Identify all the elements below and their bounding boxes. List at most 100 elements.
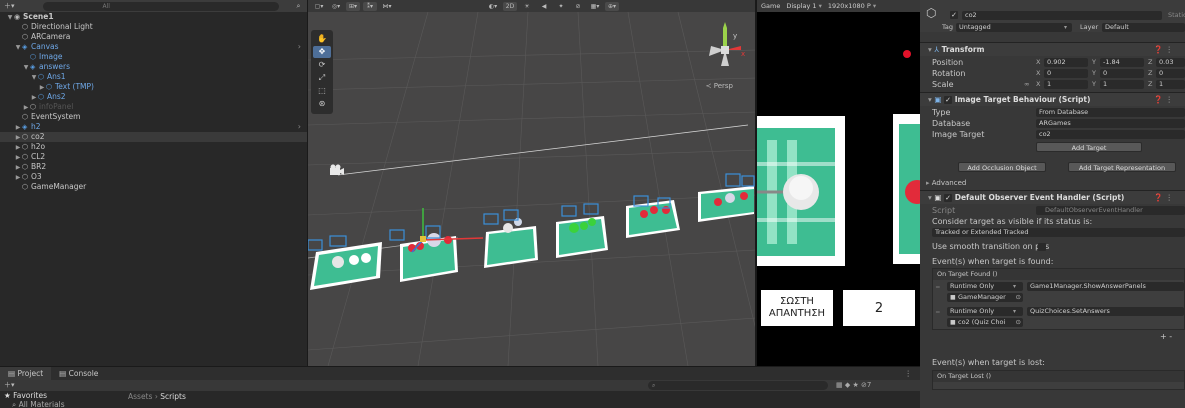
display-dropdown[interactable]: Display 1	[786, 2, 822, 10]
tag-dropdown[interactable]: Untagged	[956, 23, 1072, 32]
filter-type-icon[interactable]: ▦	[836, 381, 843, 389]
status-dropdown[interactable]: Tracked or Extended Tracked	[932, 228, 1185, 237]
image-target-card[interactable]	[483, 209, 538, 268]
hierarchy-item[interactable]: ▼ ◉ Scene1	[0, 12, 307, 22]
tab-console[interactable]: ▤ Console	[51, 367, 106, 380]
event-target-object-field[interactable]: co2 (Quiz Choi ⊙	[947, 318, 1023, 327]
constrain-proportions-icon[interactable]: ∞	[1024, 80, 1029, 88]
shading-mode-button[interactable]: ▢▾	[312, 2, 326, 11]
scale-tool-icon[interactable]: ⤢	[313, 72, 331, 84]
gizmo-toggle-icon[interactable]: ⊕▾	[605, 1, 619, 11]
transform-component-header[interactable]: ▾ ⅄ Transform ❓ ⋮	[920, 42, 1185, 56]
rotation-y-field[interactable]: 0	[1100, 69, 1144, 78]
project-filter-icons[interactable]: ▦ ◆ ★ ⊘7	[836, 380, 871, 391]
project-search-input[interactable]: ⌕	[648, 381, 828, 390]
component-settings-icon[interactable]: ❓ ⋮	[1154, 93, 1173, 107]
image-target-card[interactable]	[626, 195, 680, 238]
type-dropdown[interactable]: From Database	[1036, 108, 1185, 117]
static-label[interactable]: Static	[1168, 11, 1185, 20]
favorites-header[interactable]: ★ Favorites	[4, 391, 124, 400]
breadcrumb-assets[interactable]: Assets	[128, 392, 152, 401]
hierarchy-search-input[interactable]: All	[42, 1, 279, 11]
hierarchy-item[interactable]: ⬡ ARCamera	[0, 32, 307, 42]
object-name-field[interactable]: co2	[962, 11, 1162, 20]
layer-dropdown[interactable]: Default	[1102, 23, 1185, 32]
hierarchy-item[interactable]: ▶ ⬡ Text (TMP)	[0, 82, 307, 92]
hierarchy-item[interactable]: ▶ ⬡ co2	[0, 132, 307, 142]
add-target-button[interactable]: Add Target	[1036, 142, 1142, 152]
scale-y-field[interactable]: 1	[1100, 80, 1144, 89]
scene-canvas[interactable]	[308, 0, 756, 366]
drag-handle-icon[interactable]: ═	[936, 284, 940, 291]
lighting-icon[interactable]: ☀	[520, 2, 534, 11]
hand-tool-icon[interactable]: ✋	[313, 33, 331, 45]
transform-tool-icon[interactable]: ⊛	[313, 98, 331, 110]
smooth-transition-checkbox[interactable]	[1038, 243, 1046, 251]
object-picker-icon[interactable]: ⊙	[1016, 293, 1021, 302]
add-occlusion-button[interactable]: Add Occlusion Object	[958, 162, 1046, 172]
image-target-dropdown[interactable]: co2	[1036, 130, 1185, 139]
component-settings-icon[interactable]: ❓ ⋮	[1154, 191, 1173, 205]
event-function-dropdown[interactable]: Game1Manager.ShowAnswerPanels	[1027, 282, 1184, 291]
advanced-foldout[interactable]: ▸ Advanced	[920, 176, 1185, 190]
object-picker-icon[interactable]: ⊙	[1016, 318, 1021, 327]
hierarchy-item[interactable]: ▼ ◈ Canvas ›	[0, 42, 307, 52]
move-tool-icon[interactable]: ✥	[313, 46, 331, 58]
hierarchy-item[interactable]: ⬡ Directional Light	[0, 22, 307, 32]
scene-camera-button[interactable]: ◐▾	[486, 2, 500, 11]
event-mode-dropdown[interactable]: Runtime Only	[947, 282, 1023, 291]
snap-increment-button[interactable]: ⁑▾	[363, 1, 377, 11]
hierarchy-item[interactable]: ▶ ◈ h2 ›	[0, 122, 307, 132]
add-remove-event-buttons[interactable]: + -	[1160, 332, 1172, 342]
tab-project[interactable]: ▤ Project	[0, 367, 52, 380]
audio-icon[interactable]: ◀	[537, 2, 551, 11]
scene-view[interactable]: ▢▾ ◎▾ ⊞▾ ⁑▾ ⋈▾ ◐▾ 2D ☀ ◀ ✦ ⊘ ▦▾ ⊕▾ ✋ ✥ ⟳…	[308, 0, 756, 366]
hierarchy-item[interactable]: ▶ ⬡ h2o	[0, 142, 307, 152]
grid-snap-button[interactable]: ⊞▾	[346, 1, 360, 11]
rotate-tool-icon[interactable]: ⟳	[313, 59, 331, 71]
add-icon[interactable]: ＋▾	[4, 1, 15, 11]
projection-label[interactable]: ≺ Persp	[706, 82, 733, 90]
event-target-object-field[interactable]: GameManager ⊙	[947, 293, 1023, 302]
favorites-item[interactable]: ⌕ All Materials	[4, 400, 124, 408]
game-tab[interactable]: Game	[761, 2, 780, 10]
answer-value-panel[interactable]: 2	[843, 290, 915, 326]
hierarchy-item[interactable]: ▶ ⬡ infoPanel	[0, 102, 307, 112]
chevron-right-icon[interactable]: ›	[298, 122, 301, 132]
rect-tool-icon[interactable]: ⬚	[313, 85, 331, 97]
hierarchy-item[interactable]: ▶ ⬡ O3	[0, 172, 307, 182]
observer-component-header[interactable]: ▾ ▣ ✓ Default Observer Event Handler (Sc…	[920, 190, 1185, 204]
scale-x-field[interactable]: 1	[1044, 80, 1088, 89]
hierarchy-item[interactable]: ▶ ⬡ CL2	[0, 152, 307, 162]
image-target-card[interactable]	[308, 235, 382, 290]
hierarchy-item[interactable]: ▶ ⬡ Ans2	[0, 92, 307, 102]
hierarchy-item[interactable]: ▶ ⬡ BR2	[0, 162, 307, 172]
filter-label-icon[interactable]: ◆	[845, 381, 850, 389]
active-checkbox[interactable]: ✓	[950, 11, 958, 19]
position-z-field[interactable]: 0.03	[1156, 58, 1185, 67]
create-asset-icon[interactable]: ＋▾	[4, 380, 15, 391]
event-function-dropdown[interactable]: QuizChoices.SetAnswers	[1027, 307, 1184, 316]
add-representation-button[interactable]: Add Target Representation	[1068, 162, 1176, 172]
draw-mode-button[interactable]: ◎▾	[329, 2, 343, 11]
hierarchy-item[interactable]: ▼ ⬡ Ans1	[0, 72, 307, 82]
image-target-card[interactable]	[556, 203, 608, 258]
image-target-card[interactable]	[389, 208, 484, 282]
orientation-gizmo[interactable]: y x	[703, 20, 747, 78]
hierarchy-item[interactable]: ▼ ◈ answers	[0, 62, 307, 72]
game-view[interactable]: Game Display 1 1920x1080 P ΣΩΣΤΗ ΑΠΑΝΤΗΣ…	[757, 0, 920, 366]
event-mode-dropdown[interactable]: Runtime Only	[947, 307, 1023, 316]
scale-z-field[interactable]: 1	[1156, 80, 1185, 89]
image-target-component-header[interactable]: ▾ ▣ ✓ Image Target Behaviour (Script) ❓ …	[920, 92, 1185, 106]
gizmos-icon[interactable]: ▦▾	[588, 2, 602, 11]
hidden-objects-icon[interactable]: ⊘	[571, 2, 585, 11]
component-settings-icon[interactable]: ❓ ⋮	[1154, 43, 1173, 57]
position-y-field[interactable]: -1.84	[1100, 58, 1144, 67]
rotation-x-field[interactable]: 0	[1044, 69, 1088, 78]
pivot-button[interactable]: ⋈▾	[380, 2, 394, 11]
chevron-right-icon[interactable]: ›	[298, 42, 301, 52]
rotation-z-field[interactable]: 0	[1156, 69, 1185, 78]
search-icon[interactable]: ⌕	[297, 2, 301, 11]
database-dropdown[interactable]: ARGames	[1036, 119, 1185, 128]
position-x-field[interactable]: 0.902	[1044, 58, 1088, 67]
